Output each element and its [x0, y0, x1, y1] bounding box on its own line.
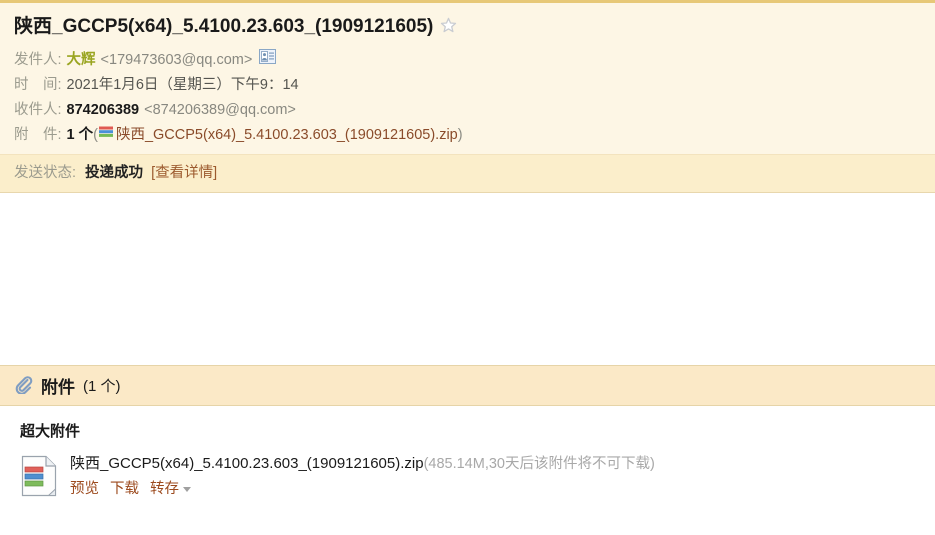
open-paren: ( — [93, 127, 98, 143]
download-link[interactable]: 下载 — [110, 479, 139, 500]
paperclip-icon — [14, 375, 33, 397]
recipient-label: 收件人: — [14, 102, 62, 118]
time-value: 2021年1月6日（星期三）下午9：14 — [66, 77, 299, 93]
zip-file-icon — [98, 123, 113, 148]
attachment-summary-row: 附 件: 1 个 ( 陕西_GCCP5(x64)_5.4100.23.603_(… — [14, 123, 921, 148]
attachment-name-inline[interactable]: 陕西_GCCP5(x64)_5.4100.23.603_(1909121605)… — [116, 123, 458, 148]
bigfile-heading: 超大附件 — [20, 423, 81, 440]
sender-name[interactable]: 大辉 — [67, 48, 96, 73]
attachment-panel: 超大附件 陕西_GCCP5(x64)_5.4100.23.603_(190912… — [0, 406, 935, 500]
send-status-bar: 发送状态: 投递成功 [查看详情] — [0, 154, 935, 193]
preview-link[interactable]: 预览 — [70, 479, 99, 500]
archive-file-icon — [20, 455, 58, 500]
subject-row: 陕西_GCCP5(x64)_5.4100.23.603_(1909121605) — [14, 15, 921, 39]
send-status-value: 投递成功 — [85, 165, 144, 181]
attachment-label: 附 件: — [14, 127, 62, 143]
caret-down-icon[interactable] — [183, 487, 191, 492]
recipient-address[interactable]: <874206389@qq.com> — [144, 98, 296, 123]
mail-body — [0, 193, 935, 365]
send-status-label: 发送状态: — [14, 165, 77, 181]
attachment-item: 陕西_GCCP5(x64)_5.4100.23.603_(1909121605)… — [20, 453, 915, 500]
mail-header: 陕西_GCCP5(x64)_5.4100.23.603_(1909121605)… — [0, 0, 935, 193]
attachment-file-name[interactable]: 陕西_GCCP5(x64)_5.4100.23.603_(1909121605)… — [70, 455, 424, 472]
view-details-link[interactable]: [查看详情] — [151, 165, 217, 181]
sender-address[interactable]: <179473603@qq.com> — [101, 48, 253, 73]
contact-card-icon[interactable] — [259, 48, 277, 73]
attachment-section-title: 附件 — [41, 378, 75, 397]
recipient-name[interactable]: 874206389 — [67, 98, 140, 123]
sender-label: 发件人: — [14, 52, 62, 68]
recipient-row: 收件人: 874206389 <874206389@qq.com> — [14, 98, 921, 123]
attachment-section-bar: 附件 (1 个) — [0, 365, 935, 406]
attachment-count: 1 个 — [66, 127, 94, 143]
star-outline-icon[interactable] — [440, 17, 457, 37]
time-row: 时 间: 2021年1月6日（星期三）下午9：14 — [14, 73, 921, 98]
time-label: 时 间: — [14, 77, 62, 93]
save-to-cloud-link[interactable]: 转存 — [150, 479, 179, 500]
attachment-section-count: (1 个) — [83, 378, 121, 395]
page-title: 陕西_GCCP5(x64)_5.4100.23.603_(1909121605) — [14, 16, 434, 37]
attachment-file-meta: (485.14M,30天后该附件将不可下载) — [423, 456, 655, 472]
attachment-file-name-row: 陕西_GCCP5(x64)_5.4100.23.603_(1909121605)… — [70, 453, 655, 475]
sender-row: 发件人: 大辉 <179473603@qq.com> — [14, 48, 921, 73]
close-paren: ) — [457, 127, 463, 143]
attachment-actions: 预览 下载 转存 — [70, 479, 655, 500]
